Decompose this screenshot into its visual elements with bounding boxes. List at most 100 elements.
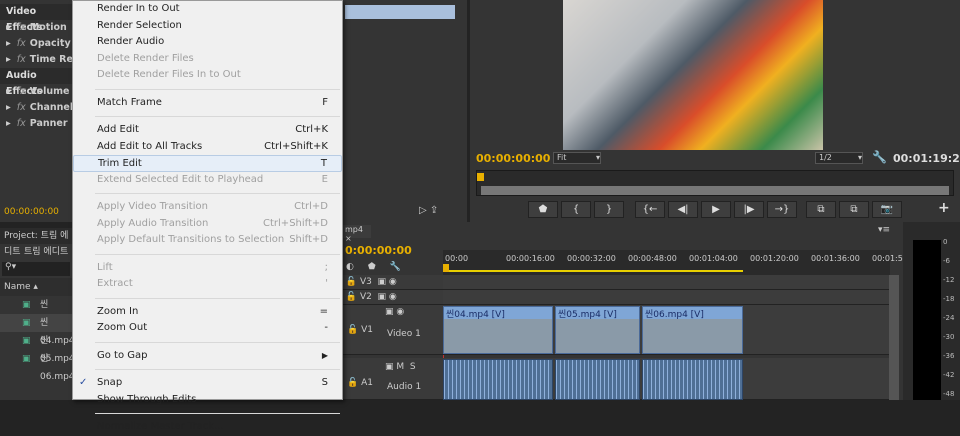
lane-v2[interactable] [443, 290, 890, 305]
menu-item-lift[interactable]: Lift; [73, 260, 342, 277]
menu-item-shortcut: S [321, 377, 328, 388]
source-selection-bar [345, 5, 455, 19]
menu-item-normalize-master-track[interactable]: Normalize Master Track... [73, 419, 342, 436]
menu-item-add-edit[interactable]: Add Edit Ctrl+K [73, 122, 342, 139]
go-to-in-button[interactable]: {← [635, 201, 665, 218]
track-label: V3 [359, 277, 372, 287]
menu-item-go-to-gap[interactable]: Go to Gap ▶ [73, 348, 342, 365]
project-search[interactable]: ⚲▾ [2, 262, 70, 276]
effect-label: Opacity [29, 38, 71, 49]
menu-item-snap[interactable]: ✓ Snap S [73, 375, 342, 392]
step-back-button[interactable]: ◀| [668, 201, 698, 218]
menu-item-trim-edit[interactable]: Trim Edit T [73, 155, 342, 172]
track-header-v1[interactable]: ▣ ◉ 🔓 V1 Video 1 [343, 305, 443, 355]
project-item[interactable]: ▣씬04.mp4 [0, 296, 75, 328]
go-to-out-button[interactable]: →} [767, 201, 797, 218]
menu-item-delete-render-files-in-to-out[interactable]: Delete Render Files In to Out [73, 67, 342, 84]
project-item[interactable]: ▣ 씬05.mp4 [0, 332, 75, 364]
menu-separator [95, 116, 340, 117]
solo-button[interactable]: S [410, 362, 416, 372]
insert-button[interactable]: ⧉ [806, 201, 836, 218]
effect-item[interactable]: ▸fxTime Remapping [0, 52, 72, 68]
menu-item-match-frame[interactable]: Match Frame F [73, 95, 342, 112]
play-button[interactable]: ▶ [701, 201, 731, 218]
menu-item-label: Trim Edit [98, 158, 142, 169]
timeline-scrollbar[interactable] [889, 275, 899, 400]
project-item[interactable]: ▣ 씬06.mp4 [0, 350, 75, 382]
mark-out-button[interactable]: } [594, 201, 624, 218]
menu-separator [95, 413, 340, 414]
lane-v3[interactable] [443, 275, 890, 290]
playhead-marker[interactable] [477, 173, 484, 181]
effect-item[interactable]: ▸fxChannel Volume [0, 100, 72, 116]
source-export-icon[interactable]: ▷ ⇪ [419, 205, 438, 216]
effect-item[interactable]: ▸ fx Opacity [0, 36, 72, 52]
sequence-icon: ▣ [22, 318, 31, 328]
mark-in-button[interactable]: { [561, 201, 591, 218]
zoom-scrollbar[interactable] [481, 186, 949, 195]
menu-item-label: Render In to Out [97, 3, 180, 14]
overwrite-button[interactable]: ⧉ [839, 201, 869, 218]
menu-item-apply-audio-transition[interactable]: Apply Audio Transition Ctrl+Shift+D [73, 216, 342, 233]
project-item[interactable]: ▣씬04.mp4 [0, 314, 75, 346]
audio-clip[interactable] [443, 359, 553, 400]
menu-item-shortcut: ' [325, 278, 328, 289]
menu-item-zoom-out[interactable]: Zoom Out - [73, 320, 342, 337]
timeline-timecode[interactable]: 0:00:00:00 [345, 244, 412, 257]
audio-clip[interactable] [642, 359, 743, 400]
resolution-dropdown[interactable]: 1/2 ▾ [815, 152, 863, 164]
meter-scale-label: -48 [943, 390, 955, 398]
clip-label: 씬06.mp4 [V] [645, 310, 704, 320]
effect-controls-panel: Video Effects ▸ fx Motion ▸ fx Opacity ▸ fx Time… [0, 0, 72, 222]
menu-item-apply-video-transition[interactable]: Apply Video Transition Ctrl+D [73, 199, 342, 216]
effect-item[interactable]: ▸ fx Panner [0, 116, 72, 132]
wrench-icon[interactable]: 🔧 [872, 150, 887, 164]
menu-item-extend-selected-edit-to-playhead[interactable]: Extend Selected Edit to Playhead E [73, 172, 342, 189]
video-clip[interactable]: 씬06.mp4 [V] [642, 306, 743, 354]
menu-item-delete-render-files[interactable]: Delete Render Files [73, 51, 342, 68]
menu-item-render-selection[interactable]: Render Selection [73, 18, 342, 35]
audio-clip[interactable] [555, 359, 640, 400]
menu-item-label: Add Edit [97, 124, 139, 135]
track-header-v3[interactable]: 🔓 V3 ▣ ◉ [343, 275, 443, 290]
effect-item[interactable]: ▸ fx Motion [0, 20, 72, 36]
menu-item-shortcut: = [319, 305, 328, 317]
program-playhead-timecode[interactable]: 00:00:00:00 [476, 152, 550, 165]
ruler-tick-label: 00:00:48:00 [628, 254, 677, 263]
track-header-a1[interactable]: ▣ M S 🔓 A1 Audio 1 [343, 358, 443, 400]
fit-dropdown[interactable]: Fit ▾ [553, 152, 601, 164]
effect-timecode[interactable]: 00:00:00:00 [4, 207, 59, 217]
timeline-tab[interactable]: mp4 × [343, 225, 371, 243]
program-time-ruler[interactable] [476, 170, 954, 196]
timeline-playhead[interactable] [443, 264, 449, 272]
work-area-bar[interactable] [443, 270, 743, 272]
add-button[interactable]: + [938, 200, 950, 216]
marker-icon[interactable]: ⬟ [368, 262, 390, 272]
export-frame-button[interactable]: 📷 [872, 201, 902, 218]
mute-button[interactable]: M [396, 362, 404, 372]
menu-item-render-in-to-out[interactable]: Render In to Out [73, 1, 342, 18]
menu-item-render-audio[interactable]: Render Audio [73, 34, 342, 51]
video-clip[interactable]: 씬04.mp4 [V] [443, 306, 553, 354]
timeline-tools[interactable]: ◐⬟🔧 [346, 262, 415, 272]
effect-item[interactable]: ▸ fx Volume [0, 84, 72, 100]
snap-icon[interactable]: ◐ [346, 262, 368, 272]
menu-item-extract[interactable]: Extract ' [73, 276, 342, 293]
menu-item-add-edit-to-all-tracks[interactable]: Add Edit to All Tracks Ctrl+Shift+K [73, 139, 342, 156]
video-clip[interactable]: 씬05.mp4 [V] [555, 306, 640, 354]
menu-item-zoom-in[interactable]: Zoom In = [73, 304, 342, 321]
menu-item-apply-default-transitions-to-selection[interactable]: Apply Default Transitions to Selection Sh… [73, 232, 342, 249]
settings-wrench-icon[interactable]: 🔧 [390, 262, 415, 272]
ruler-tick-label: 00:01:20:00 [750, 254, 799, 263]
fit-value: Fit [557, 153, 567, 162]
panel-menu-icon[interactable]: ▾≡ [878, 225, 890, 235]
marker-button[interactable]: ⬟ [528, 201, 558, 218]
track-name: Audio 1 [387, 382, 422, 392]
project-tab[interactable]: Project: 트림 에디트 [0, 228, 72, 257]
step-forward-button[interactable]: |▶ [734, 201, 764, 218]
menu-item-label: Zoom Out [97, 322, 148, 333]
menu-item-shortcut: T [320, 158, 327, 169]
name-column-header[interactable]: Name ▴ [0, 278, 72, 296]
track-header-v2[interactable]: 🔓 V2 ▣ ◉ [343, 290, 443, 305]
program-video-frame [563, 0, 823, 150]
